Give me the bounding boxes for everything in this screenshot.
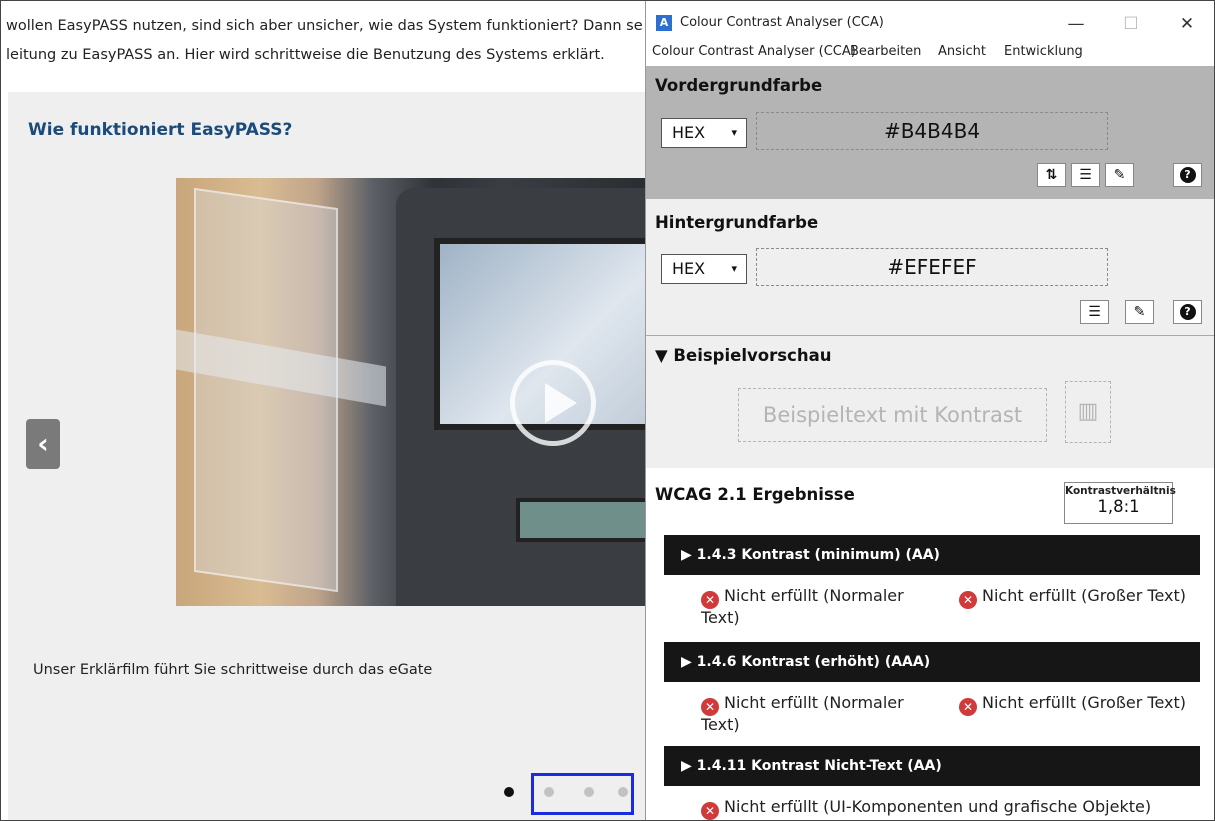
- play-icon[interactable]: [510, 360, 596, 446]
- result-text: Nicht erfüllt (UI-Komponenten und grafis…: [724, 797, 1152, 816]
- wcag-results: WCAG 2.1 Ergebnisse Kontrastverhältnis 1…: [646, 468, 1215, 821]
- result-text-cont: Text): [701, 715, 740, 734]
- background-sliders-button[interactable]: ☰: [1080, 300, 1109, 324]
- preview-panel: ▼ Beispielvorschau Beispieltext mit Kont…: [646, 336, 1215, 469]
- contrast-ratio-box: Kontrastverhältnis 1,8:1: [1064, 482, 1176, 524]
- intro-text: wollen EasyPASS nutzen, sind sich aber u…: [6, 12, 645, 70]
- video-caption: Unser Erklärfilm führt Sie schrittweise …: [33, 662, 433, 678]
- title-bar: A Colour Contrast Analyser (CCA) — ☐ ✕: [646, 0, 1215, 40]
- eyedropper-icon: ✎: [1133, 304, 1146, 320]
- result-text: Nicht erfüllt (Normaler: [724, 693, 904, 712]
- fail-icon: ✕: [701, 591, 719, 609]
- preview-sample-text: Beispieltext mit Kontrast: [738, 388, 1047, 442]
- result-text-cont: Text): [701, 608, 740, 627]
- cca-window: A Colour Contrast Analyser (CCA) — ☐ ✕ C…: [645, 0, 1215, 821]
- result-1-4-6-large: ✕ Nicht erfüllt (Großer Text): [959, 694, 1186, 716]
- foreground-format-select[interactable]: HEX ▾: [661, 118, 747, 148]
- carousel-prev-button[interactable]: ‹: [26, 419, 60, 469]
- result-1-4-3-large: ✕ Nicht erfüllt (Großer Text): [959, 587, 1186, 609]
- focus-highlight-box: [531, 773, 634, 815]
- fail-icon: ✕: [959, 698, 977, 716]
- criterion-1-4-6[interactable]: ▶ 1.4.6 Kontrast (erhöht) (AAA): [664, 642, 1200, 682]
- background-help-button[interactable]: ?: [1173, 300, 1202, 324]
- foreground-format-value: HEX: [672, 123, 706, 142]
- chevron-down-icon: ▾: [731, 262, 737, 275]
- menu-app[interactable]: Colour Contrast Analyser (CCA): [652, 44, 856, 59]
- foreground-hex-input[interactable]: #B4B4B4: [756, 112, 1108, 150]
- foreground-sliders-button[interactable]: ☰: [1071, 163, 1100, 187]
- fail-icon: ✕: [701, 698, 719, 716]
- contrast-ratio-value: 1,8:1: [1097, 497, 1140, 516]
- menu-entwicklung[interactable]: Entwicklung: [1004, 44, 1083, 59]
- foreground-help-button[interactable]: ?: [1173, 163, 1202, 187]
- fail-icon: ✕: [959, 591, 977, 609]
- minimize-button[interactable]: —: [1056, 10, 1096, 38]
- window-title: Colour Contrast Analyser (CCA): [680, 15, 884, 30]
- contrast-ratio-label: Kontrastverhältnis: [1065, 485, 1176, 497]
- criterion-1-4-3[interactable]: ▶ 1.4.3 Kontrast (minimum) (AA): [664, 535, 1200, 575]
- criterion-1-4-11[interactable]: ▶ 1.4.11 Kontrast Nicht-Text (AA): [664, 746, 1200, 786]
- result-text: Nicht erfüllt (Großer Text): [982, 693, 1186, 712]
- swap-icon: ⇅: [1045, 167, 1058, 183]
- result-text: Nicht erfüllt (Großer Text): [982, 586, 1186, 605]
- result-1-4-11: ✕ Nicht erfüllt (UI-Komponenten und grafi…: [701, 798, 1151, 820]
- video-player[interactable]: [176, 178, 645, 606]
- fail-icon: ✕: [701, 802, 719, 820]
- menu-ansicht[interactable]: Ansicht: [938, 44, 986, 59]
- result-1-4-3-normal: ✕ Nicht erfüllt (Normaler Text): [701, 587, 931, 627]
- wcag-title: WCAG 2.1 Ergebnisse: [655, 485, 855, 504]
- background-format-value: HEX: [672, 259, 706, 278]
- app-icon: A: [656, 15, 672, 31]
- intro-line-2: leitung zu EasyPASS an. Hier wird schrit…: [6, 47, 605, 63]
- menu-bar: Colour Contrast Analyser (CCA) Bearbeite…: [646, 40, 1215, 66]
- intro-line-1: wollen EasyPASS nutzen, sind sich aber u…: [6, 18, 643, 34]
- eyedropper-icon: ✎: [1113, 167, 1126, 183]
- chevron-down-icon: ▾: [731, 126, 737, 139]
- background-eyedropper-button[interactable]: ✎: [1125, 300, 1154, 324]
- close-button[interactable]: ✕: [1167, 10, 1207, 38]
- foreground-eyedropper-button[interactable]: ✎: [1105, 163, 1134, 187]
- background-panel: Hintergrundfarbe HEX ▾ #EFEFEF ☰ ✎ ?: [646, 199, 1215, 336]
- carousel-dot-1[interactable]: [504, 787, 514, 797]
- maximize-button[interactable]: ☐: [1111, 10, 1151, 38]
- background-format-select[interactable]: HEX ▾: [661, 254, 747, 284]
- foreground-panel: Vordergrundfarbe HEX ▾ #B4B4B4 ⇅ ☰ ✎ ?: [646, 66, 1215, 199]
- result-text: Nicht erfüllt (Normaler: [724, 586, 904, 605]
- graphic-chart-icon: ▥: [1065, 381, 1111, 443]
- background-label: Hintergrundfarbe: [655, 213, 819, 232]
- preview-toggle[interactable]: ▼ Beispielvorschau: [655, 346, 831, 365]
- help-icon: ?: [1179, 167, 1196, 183]
- swap-colors-button[interactable]: ⇅: [1037, 163, 1066, 187]
- section-heading: Wie funktioniert EasyPASS?: [28, 120, 293, 140]
- web-page: wollen EasyPASS nutzen, sind sich aber u…: [0, 0, 645, 821]
- help-icon: ?: [1179, 304, 1196, 320]
- sliders-icon: ☰: [1079, 167, 1092, 183]
- sliders-icon: ☰: [1088, 304, 1101, 320]
- foreground-label: Vordergrundfarbe: [655, 76, 823, 95]
- video-thumbnail-slot: [516, 498, 645, 542]
- background-hex-input[interactable]: #EFEFEF: [756, 248, 1108, 286]
- result-1-4-6-normal: ✕ Nicht erfüllt (Normaler Text): [701, 694, 931, 734]
- menu-bearbeiten[interactable]: Bearbeiten: [850, 44, 921, 59]
